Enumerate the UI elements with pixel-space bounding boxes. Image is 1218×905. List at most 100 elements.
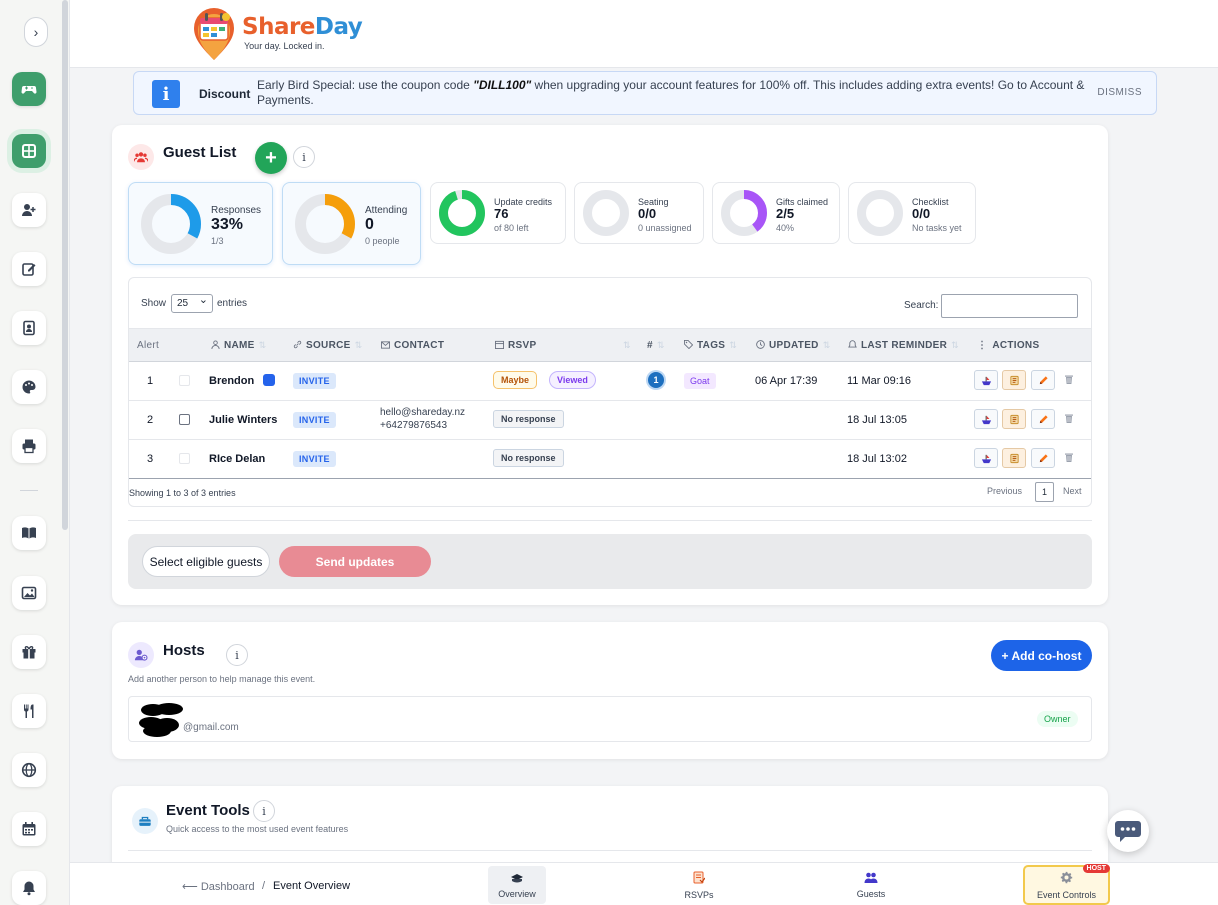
stat-gifts-claimed-ring xyxy=(721,190,767,236)
user-icon xyxy=(211,340,220,350)
nav-event-controls[interactable]: Event Controls HOST xyxy=(1023,864,1110,905)
edit-icon[interactable] xyxy=(12,252,46,286)
banner-text-before: Early Bird Special: use the coupon code xyxy=(257,78,474,92)
send-invite-button[interactable] xyxy=(974,370,998,390)
pagination-previous[interactable]: Previous xyxy=(987,486,1022,496)
chat-button[interactable] xyxy=(1107,810,1149,852)
gamepad-icon[interactable] xyxy=(12,72,46,106)
trash-icon[interactable] xyxy=(1063,451,1075,463)
viewed-badge: Viewed xyxy=(549,371,596,389)
page-size-select[interactable]: 25 xyxy=(171,292,213,313)
table-row[interactable]: 1 Brendon INVITE Maybe Viewed 1 Goat 06 Apr 17:… xyxy=(129,362,1091,401)
edit-pencil-icon[interactable] xyxy=(1031,409,1055,429)
col-contact[interactable]: CONTACT xyxy=(381,340,444,351)
table-row[interactable]: 2 Julie Winters INVITE hello@shareday.nz +64… xyxy=(129,401,1091,440)
col-name[interactable]: NAME ⇅ xyxy=(211,340,267,351)
table-row[interactable]: 3 RIce Delan INVITE No response 18 Jul 13:02 xyxy=(129,440,1091,479)
palette-icon[interactable] xyxy=(12,370,46,404)
bottom-nav: ⟵ Dashboard / Event Overview Overview RS… xyxy=(70,862,1218,905)
sort-icon: ⇅ xyxy=(258,340,267,350)
gift-icon[interactable] xyxy=(12,635,46,669)
globe-icon[interactable] xyxy=(12,753,46,787)
stat-update-credits-ring xyxy=(439,190,485,236)
guest-name[interactable]: Julie Winters xyxy=(209,414,277,426)
trash-icon[interactable] xyxy=(1063,373,1075,385)
add-cohost-button[interactable]: + Add co-host xyxy=(991,640,1092,671)
cutlery-icon[interactable] xyxy=(12,694,46,728)
grid-icon[interactable] xyxy=(12,134,46,168)
stat-sub: 40% xyxy=(776,223,795,233)
breadcrumb-dashboard-link[interactable]: ⟵ Dashboard xyxy=(182,880,255,893)
shareday-logo-icon[interactable] xyxy=(190,8,238,62)
row-checkbox[interactable] xyxy=(179,375,190,386)
stat-seating-ring xyxy=(583,190,629,236)
message-icon[interactable] xyxy=(263,374,275,386)
event-tools-info-button[interactable]: i xyxy=(253,800,275,822)
rsvp-sort-icon[interactable]: ⇅ xyxy=(623,340,631,351)
send-invite-button[interactable] xyxy=(974,448,998,468)
send-updates-button[interactable]: Send updates xyxy=(279,546,431,577)
guest-name[interactable]: Brendon xyxy=(209,375,254,387)
dismiss-button[interactable]: DISMISS xyxy=(1097,87,1142,98)
scroll-icon[interactable] xyxy=(1002,409,1026,429)
add-guest-button[interactable]: + xyxy=(255,142,287,174)
scroll-icon[interactable] xyxy=(1002,448,1026,468)
col-source[interactable]: SOURCE ⇅ xyxy=(293,340,362,351)
col-actions: ⋮ ACTIONS xyxy=(977,340,1039,351)
stat-attending-ring xyxy=(295,194,355,254)
send-invite-button[interactable] xyxy=(974,409,998,429)
col-alert[interactable]: Alert xyxy=(137,340,159,351)
scroll-icon[interactable] xyxy=(1002,370,1026,390)
nav-guests[interactable]: Guests xyxy=(846,866,896,904)
bell-icon[interactable] xyxy=(12,871,46,905)
banner-title: Discount xyxy=(199,87,251,101)
book-icon[interactable] xyxy=(12,516,46,550)
sidebar-scrollbar[interactable] xyxy=(62,0,68,530)
nav-overview[interactable]: Overview xyxy=(488,866,546,904)
stat-sub: 0 unassigned xyxy=(638,223,692,233)
trash-icon[interactable] xyxy=(1063,412,1075,424)
guest-list-info-button[interactable]: i xyxy=(293,146,315,168)
row-checkbox[interactable] xyxy=(179,414,190,425)
stat-sub: 0 people xyxy=(365,236,400,246)
last-reminder-time: 11 Mar 09:16 xyxy=(847,375,912,387)
search-input[interactable] xyxy=(941,294,1078,318)
pagination-next[interactable]: Next xyxy=(1063,486,1082,496)
sort-icon: ⇅ xyxy=(656,340,665,350)
stat-sub: No tasks yet xyxy=(912,223,962,233)
col-rsvp[interactable]: RSVP xyxy=(495,340,536,351)
bell-small-icon xyxy=(848,340,857,348)
stat-attending: Attending 0 0 people xyxy=(282,182,421,265)
row-index: 3 xyxy=(147,453,154,465)
sort-icon: ⇅ xyxy=(822,340,831,350)
rsvp-status[interactable]: Maybe xyxy=(493,371,538,389)
edit-pencil-icon[interactable] xyxy=(1031,370,1055,390)
sidebar-toggle-button[interactable]: › xyxy=(24,17,48,47)
rsvp-status[interactable]: No response xyxy=(493,410,564,428)
col-tags[interactable]: TAGS ⇅ xyxy=(684,340,737,351)
calendar-icon[interactable] xyxy=(12,812,46,846)
col-last-reminder[interactable]: LAST REMINDER ⇅ xyxy=(848,340,959,351)
nav-rsvps[interactable]: RSVPs xyxy=(674,866,724,904)
bulk-actions-bar: Select eligible guests Send updates xyxy=(128,534,1092,589)
image-icon[interactable] xyxy=(12,576,46,610)
row-checkbox[interactable] xyxy=(179,453,190,464)
col-count[interactable]: # ⇅ xyxy=(647,340,665,351)
pagination-page[interactable]: 1 xyxy=(1035,482,1054,502)
printer-icon[interactable] xyxy=(12,429,46,463)
edit-pencil-icon[interactable] xyxy=(1031,448,1055,468)
ring-fill xyxy=(439,190,485,236)
stat-responses-ring xyxy=(141,194,201,254)
select-eligible-guests-button[interactable]: Select eligible guests xyxy=(142,546,270,577)
sort-icon: ⇅ xyxy=(354,340,363,350)
nav-event-controls-label: Event Controls xyxy=(1036,889,1097,900)
guest-name[interactable]: RIce Delan xyxy=(209,453,265,465)
hosts-info-button[interactable]: i xyxy=(226,644,248,666)
brand-day: Day xyxy=(314,14,363,40)
add-user-icon[interactable] xyxy=(12,193,46,227)
rsvp-status[interactable]: No response xyxy=(493,449,564,467)
last-reminder-time: 18 Jul 13:05 xyxy=(847,414,907,426)
contact-card-icon[interactable] xyxy=(12,311,46,345)
col-updated[interactable]: UPDATED ⇅ xyxy=(756,340,831,351)
tag-badge[interactable]: Goat xyxy=(684,373,716,389)
